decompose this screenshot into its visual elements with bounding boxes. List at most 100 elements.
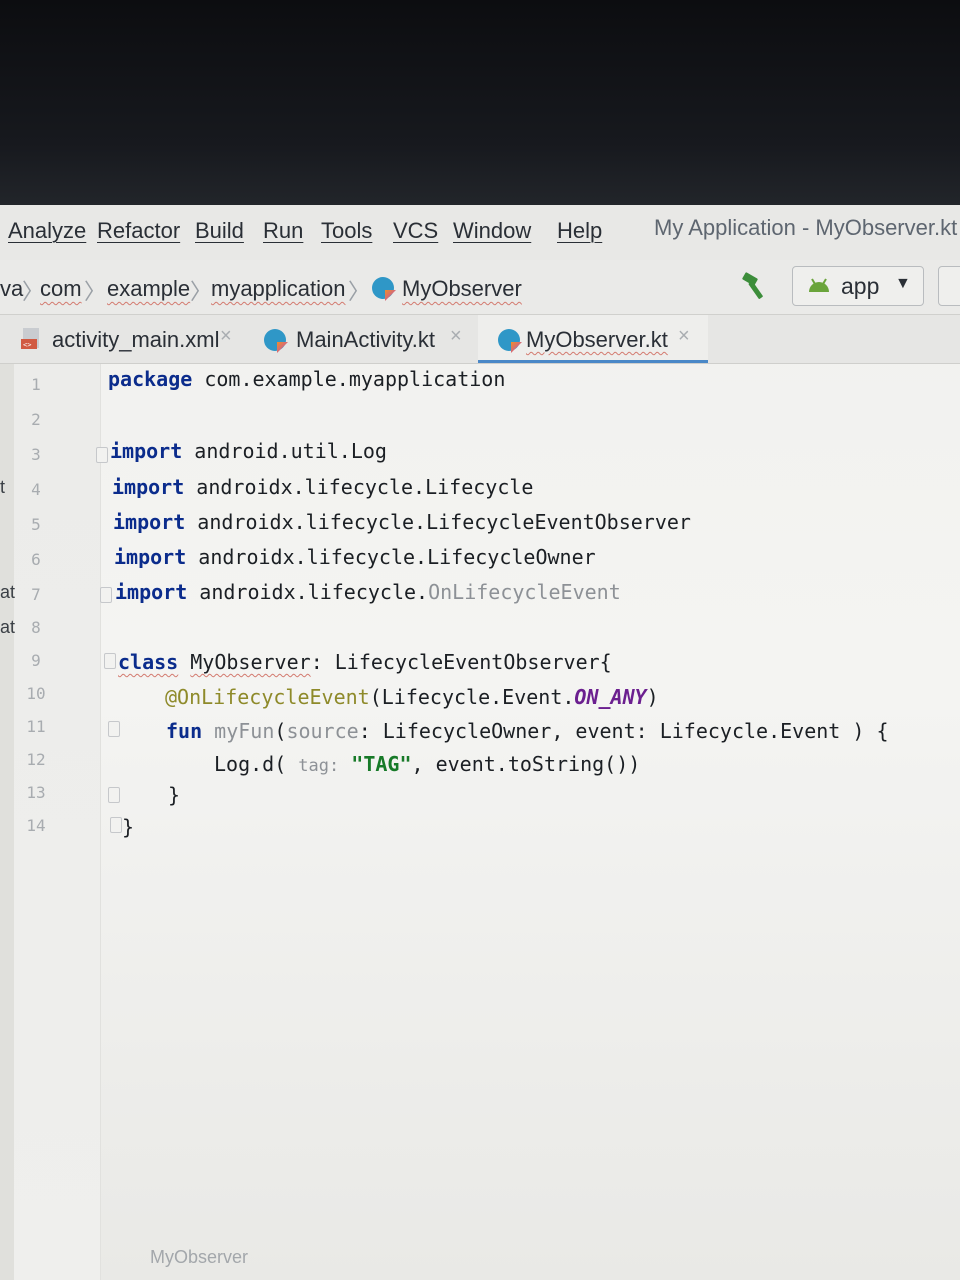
code-text: androidx.lifecycle.Lifecycle [184,475,534,499]
xml-file-icon: <> [21,328,39,349]
code-line-4: import androidx.lifecycle.Lifecycle [112,475,533,499]
tab-activity-main-xml[interactable]: <> activity_main.xml × [0,315,250,363]
code-text: (Lifecycle.Event. [369,685,575,709]
ide-window: Analyze Refactor Build Run Tools VCS Win… [0,205,960,1280]
line-number: 2 [31,410,41,429]
tab-myobserver-kt[interactable]: MyObserver.kt × [478,315,708,363]
close-icon[interactable]: × [678,325,690,348]
parameter-hint: tag: [298,756,340,776]
code-text: ( [274,719,287,743]
code-line-10: @OnLifecycleEvent(Lifecycle.Event.ON_ANY… [165,685,659,709]
code-line-14: } [122,815,135,839]
code-line-3: import android.util.Log [110,439,387,463]
line-number: 5 [31,515,41,534]
fold-marker-icon[interactable] [96,447,108,463]
line-number: 7 [31,585,41,604]
menu-vcs[interactable]: VCS [393,218,438,244]
breadcrumb-com[interactable]: com [40,276,82,302]
unused-import: OnLifecycleEvent [428,580,621,604]
android-icon [809,278,829,292]
keyword: import [113,510,186,534]
code-text: com.example.myapplication [192,367,506,391]
code-text: androidx.lifecycle.LifecycleEventObserve… [185,510,691,534]
line-number: 1 [31,375,41,394]
fold-marker-icon[interactable] [108,787,120,803]
breadcrumb-separator-icon: 〉 [348,279,371,304]
close-icon[interactable]: × [450,325,462,348]
string-literal: "TAG" [351,752,412,776]
kotlin-class-icon [372,277,394,299]
code-text: , event.toString()) [411,752,641,776]
line-number: 4 [31,480,41,499]
breadcrumb-myapplication[interactable]: myapplication [211,276,346,302]
code-line-1: package com.example.myapplication [108,367,505,391]
build-hammer-icon[interactable] [740,272,770,300]
monitor-bezel [0,0,960,205]
breadcrumb-java[interactable]: va [0,276,23,302]
code-line-13: } [168,783,181,807]
keyword: import [115,580,188,604]
keyword: import [114,545,187,569]
menu-run[interactable]: Run [263,218,303,244]
keyword: class [118,650,179,674]
project-panel-edge [0,364,14,1280]
svg-text:<>: <> [23,341,31,349]
fold-marker-icon[interactable] [110,817,122,833]
code-line-12: Log.d( tag: "TAG", event.toString()) [214,752,640,776]
line-number: 6 [31,550,41,569]
kotlin-file-icon [264,329,286,351]
code-line-11: fun myFun(source: LifecycleOwner, event:… [166,719,889,743]
code-line-7: import androidx.lifecycle.OnLifecycleEve… [115,580,621,604]
editor-tab-bar: <> activity_main.xml × MainActivity.kt ×… [0,315,960,364]
line-number: 11 [26,717,46,736]
unused-parameter: source [286,719,359,743]
menu-window[interactable]: Window [453,218,531,244]
device-selector-button[interactable] [938,266,960,306]
close-icon[interactable]: × [220,325,232,348]
line-number: 8 [31,618,41,637]
run-configuration-label: app [841,273,880,299]
breadcrumb-separator-icon: 〉 [190,279,213,304]
code-line-6: import androidx.lifecycle.LifecycleOwner [114,545,596,569]
menu-help[interactable]: Help [557,218,602,244]
line-number: 10 [26,684,46,703]
tab-label: MainActivity.kt [296,327,435,352]
code-text: Log.d( [214,752,299,776]
keyword: import [110,439,183,463]
kotlin-file-icon [498,329,520,351]
line-number: 14 [26,816,46,835]
truncated-panel-text: at [0,582,16,602]
breadcrumb-separator-icon: 〉 [84,279,107,304]
truncated-panel-text: t [0,477,6,497]
code-line-9: class MyObserver: LifecycleEventObserver… [118,650,612,674]
fold-marker-icon[interactable] [100,587,112,603]
menu-analyze[interactable]: Analyze [8,218,86,244]
menu-refactor[interactable]: Refactor [97,218,180,244]
fold-marker-icon[interactable] [108,721,120,737]
code-line-5: import androidx.lifecycle.LifecycleEvent… [113,510,691,534]
breadcrumb-example[interactable]: example [107,276,190,302]
enum-constant: ON_ANY [574,685,647,709]
tab-label: MyObserver.kt [526,327,668,352]
annotation: @OnLifecycleEvent [165,685,370,709]
code-text: androidx.lifecycle. [187,580,429,604]
function-name: myFun [214,719,275,743]
line-number: 12 [26,750,46,769]
window-title: My Application - MyObserver.kt [654,215,958,240]
code-text: androidx.lifecycle.LifecycleOwner [186,545,596,569]
run-configuration-dropdown[interactable]: app ▼ [792,266,924,306]
fold-marker-icon[interactable] [104,653,116,669]
menu-bar: Analyze Refactor Build Run Tools VCS Win… [0,205,960,261]
line-number: 9 [31,651,41,670]
menu-tools[interactable]: Tools [321,218,372,244]
menu-build[interactable]: Build [195,218,244,244]
breadcrumb-myobserver[interactable]: MyObserver [402,276,522,302]
keyword: fun [166,719,203,743]
status-breadcrumb[interactable]: MyObserver [150,1247,248,1268]
code-text: ) [646,685,659,709]
code-text: : LifecycleEventObserver{ [310,650,612,674]
class-name: MyObserver [190,650,311,674]
tab-mainactivity-kt[interactable]: MainActivity.kt × [258,315,473,363]
keyword: package [108,367,193,391]
code-text: : LifecycleOwner, event: Lifecycle.Event… [358,719,889,743]
